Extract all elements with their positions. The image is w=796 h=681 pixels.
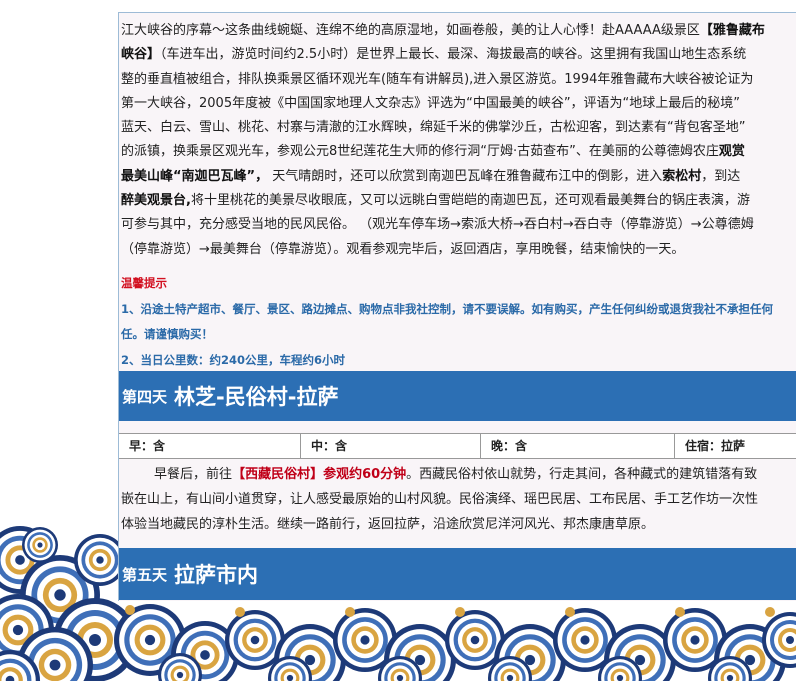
text-line: 嵌在山上，有山间小道贯穿，让人感受最原始的山村风貌。民俗演绎、瑶巴民居、工布民居…: [121, 492, 759, 507]
wave-motif: [506, 674, 514, 681]
text-line: 天气晴朗时，还可以欣赏到南迦巴瓦峰在雅鲁藏布江中的倒影，进入: [268, 168, 663, 184]
wave-motif: [396, 674, 404, 681]
day-number: 第四天: [122, 387, 168, 406]
highlight-text: 观赏: [718, 144, 745, 160]
tip-item-2: 2、当日公里数：约240公里，车程约6小时: [121, 353, 346, 367]
text-line: 将十里桃花的美景尽收眼底，又可以远眺白雪皑皑的南迦巴瓦，还可观看最美舞台的锅庄表…: [190, 193, 750, 209]
wave-motif: [565, 607, 575, 617]
highlight-text: 索松村: [662, 168, 702, 184]
meal-dinner: 晚：含: [480, 434, 661, 458]
highlight-text: 峡谷】: [121, 47, 161, 63]
tip-item-1-cont: 任。请谨慎购买！: [121, 327, 213, 341]
wave-motif: [96, 556, 104, 564]
tip-item-1: 1、沿途土特产超市、餐厅、景区、路边摊点、购物点非我社控制，请不要误解。如有购买…: [121, 302, 773, 316]
day4-description: 早餐后，前往【西藏民俗村】参观约60分钟。西藏民俗村依山就势，行走其间，各种藏式…: [121, 462, 796, 537]
wave-motif: [345, 607, 355, 617]
tips-title: 温馨提示: [121, 276, 167, 290]
day-number: 第五天: [122, 565, 168, 584]
wave-motif: [12, 624, 24, 636]
wave-motif: [250, 635, 260, 645]
wave-motif: [765, 607, 775, 617]
text-line: 的派镇，换乘景区观光车，参观公元8世纪莲花生大师的修行洞“厅姆·古茹查布”、在美…: [121, 144, 719, 160]
wave-motif: [15, 555, 25, 565]
wave-motif: [235, 607, 245, 617]
text-line: 早餐后，前往: [121, 467, 233, 482]
wave-motif: [54, 589, 66, 601]
text-line: ，到达: [701, 168, 741, 184]
wave-motif: [470, 635, 480, 645]
wave-motif: [360, 635, 370, 645]
text-line: 蓝天、白云、雪山、桃花、村寨与清澈的江水辉映，绵延千米的佛掌沙丘，古松迎客，到达…: [121, 120, 746, 136]
wave-motif: [726, 674, 734, 681]
wave-motif: [675, 607, 685, 617]
text-line: 。西藏民俗村依山就势，行走其间，各种藏式的建筑错落有致: [406, 467, 758, 482]
wave-motif: [89, 634, 101, 646]
day4-header: 第四天 林芝-民俗村-拉萨: [119, 371, 796, 421]
wave-motif: [786, 636, 794, 644]
text-line: 整的垂直植被组合，排队换乘景区循环观光车(随车有讲解员),进入景区游览。1994…: [121, 71, 754, 87]
wave-motif: [690, 635, 700, 645]
meal-lunch: 中：含: [300, 434, 481, 458]
lodging: 住宿：拉萨: [674, 434, 796, 458]
highlight-text: 醉美观景台,: [121, 193, 191, 209]
wave-motif: [176, 671, 184, 679]
highlight-text: 【雅鲁藏布: [699, 23, 765, 38]
highlight-text: 最美山峰“南迦巴瓦峰”，: [121, 168, 269, 184]
wave-motif: [286, 674, 294, 681]
wave-motif: [144, 634, 156, 646]
meals-row: 早：含 中：含 晚：含 住宿：拉萨: [119, 433, 796, 459]
itinerary-document: 江大峡谷的序幕～这条曲线蜿蜒、连绵不绝的高原湿地，如画卷般，美的让人心悸！赴AA…: [118, 12, 796, 601]
meal-breakfast: 早：含: [129, 439, 166, 453]
day-title: 拉萨市内: [174, 563, 259, 587]
wave-motif: [49, 659, 61, 671]
wave-motif: [37, 542, 43, 548]
text-line: （车进车出，游览时间约2.5小时）是世界上最长、最深、海拔最高的峡谷。这里拥有我…: [160, 47, 747, 63]
wave-motif: [580, 635, 590, 645]
text-line: 第一大峡谷，2005年度被《中国国家地理人文杂志》评选为“中国最美的峡谷”，评语…: [121, 95, 741, 111]
text-line: （停靠游览）→最美舞台（停靠游览）。观看参观完毕后，返回酒店，享用晚餐，结束愉快…: [121, 241, 685, 257]
wave-motif: [200, 650, 210, 660]
wave-motif: [125, 605, 135, 615]
wave-motif: [455, 607, 465, 617]
text-line: 可参与其中，充分感受当地的民风民俗。 （观光车停车场→索派大桥→吞白村→吞白寺（…: [121, 217, 754, 233]
text-line: 江大峡谷的序幕～这条曲线蜿蜒、连绵不绝的高原湿地，如画卷般，美的让人心悸！赴AA…: [121, 23, 700, 38]
highlight-text: 【西藏民俗村】参观约60分钟: [232, 467, 407, 482]
day3-description: 江大峡谷的序幕～这条曲线蜿蜒、连绵不绝的高原湿地，如画卷般，美的让人心悸！赴AA…: [121, 19, 796, 262]
day5-header: 第五天 拉萨市内: [119, 548, 796, 600]
text-line: 体验当地藏民的淳朴生活。继续一路前行，返回拉萨，沿途欣赏尼洋河风光、邦杰康唐草原…: [121, 517, 655, 532]
day-title: 林芝-民俗村-拉萨: [174, 385, 339, 409]
wave-motif: [616, 674, 624, 681]
